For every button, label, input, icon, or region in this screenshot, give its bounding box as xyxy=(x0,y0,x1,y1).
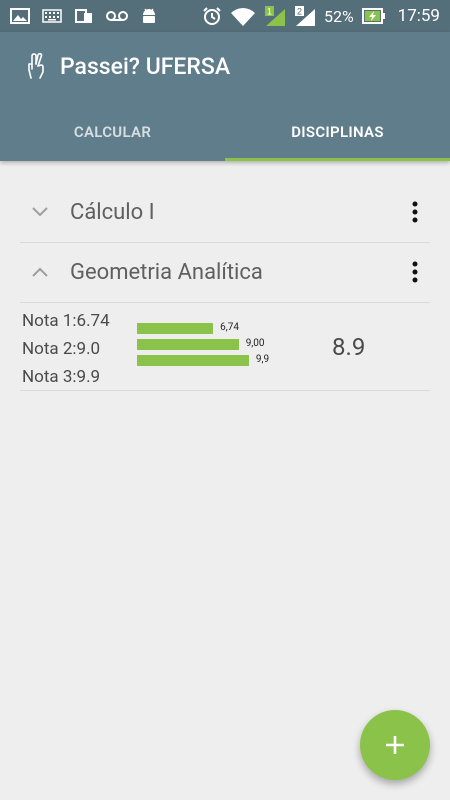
title-bar: Passei? UFERSA xyxy=(24,52,230,80)
battery-charging-icon xyxy=(361,8,386,24)
add-icon xyxy=(386,736,404,754)
grade-bar xyxy=(137,355,249,366)
tab-bar: CALCULAR DISCIPLINAS xyxy=(0,103,450,161)
chevron-up-icon[interactable] xyxy=(20,267,64,277)
grade-labels: Nota 1:6.74 Nota 2:9.0 Nota 3:9.9 xyxy=(22,307,110,391)
tab-calcular[interactable]: CALCULAR xyxy=(0,103,225,161)
android-icon xyxy=(140,7,158,25)
grade-bar-value: 6,74 xyxy=(220,322,239,333)
chevron-down-icon[interactable] xyxy=(20,207,64,217)
svg-text:2: 2 xyxy=(297,7,302,17)
voicemail-icon xyxy=(106,9,128,23)
alarm-icon xyxy=(202,6,222,26)
grade-label: Nota 3:9.9 xyxy=(22,367,101,387)
devices-icon xyxy=(74,8,94,24)
grade-details: Nota 1:6.74 Nota 2:9.0 Nota 3:9.9 6,74 9,… xyxy=(20,303,430,391)
svg-text:1: 1 xyxy=(267,7,272,17)
status-bar-left xyxy=(10,7,158,25)
wifi-icon xyxy=(230,6,256,26)
grade-label: Nota 2:9.0 xyxy=(22,339,101,359)
more-vert-icon[interactable] xyxy=(400,261,430,283)
grade-bar xyxy=(137,323,214,334)
grade-average: 8.9 xyxy=(332,333,366,361)
subject-name: Cálculo I xyxy=(70,199,155,225)
image-icon xyxy=(10,8,30,24)
crossed-fingers-icon xyxy=(24,52,48,80)
add-button[interactable] xyxy=(360,710,430,780)
clock: 17:59 xyxy=(397,6,440,26)
subject-name: Geometria Analítica xyxy=(70,259,263,285)
keyboard-icon xyxy=(42,9,62,23)
grade-label: Nota 1:6.74 xyxy=(22,311,110,331)
grade-bar-value: 9,00 xyxy=(245,338,265,349)
signal-1-icon: 1 xyxy=(264,5,286,27)
status-bar: 1 2 52% 17:59 xyxy=(0,0,450,32)
subject-row-geometria[interactable]: Geometria Analítica xyxy=(20,242,430,303)
grade-bar-value: 9,9 xyxy=(255,354,270,365)
battery-percent: 52% xyxy=(323,6,354,26)
app-title: Passei? UFERSA xyxy=(60,52,231,80)
tab-disciplinas[interactable]: DISCIPLINAS xyxy=(225,103,450,161)
app-bar: Passei? UFERSA CALCULAR DISCIPLINAS xyxy=(0,32,450,161)
more-vert-icon[interactable] xyxy=(400,201,430,223)
grade-bar xyxy=(137,339,239,350)
subject-row-calculo[interactable]: Cálculo I xyxy=(20,182,430,243)
grade-bar-chart: 6,74 9,00 9,9 xyxy=(137,322,317,373)
status-bar-right: 1 2 52% 17:59 xyxy=(202,5,440,27)
signal-2-icon: 2 xyxy=(294,5,316,27)
